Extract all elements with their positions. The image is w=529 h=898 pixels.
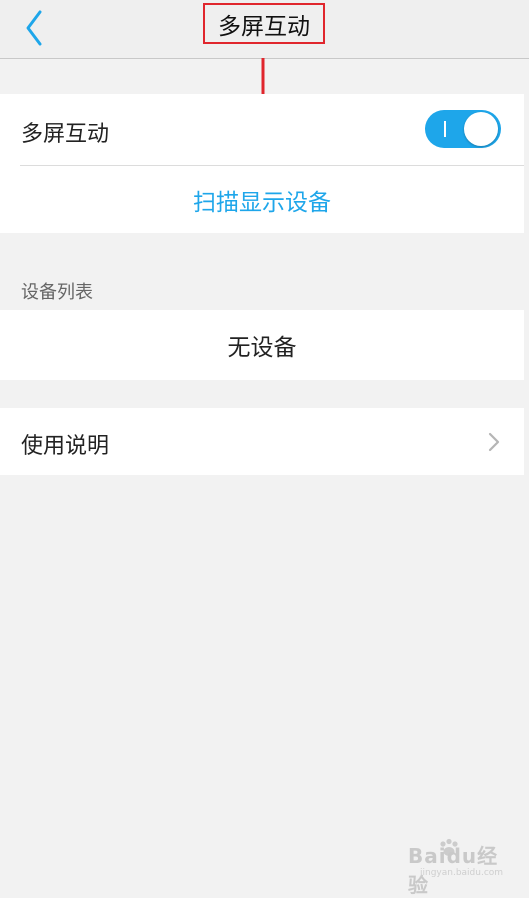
- back-button[interactable]: [18, 8, 54, 48]
- toggle-on-mark: [444, 121, 446, 137]
- device-list-header: 设备列表: [21, 282, 93, 303]
- chevron-left-icon: [26, 10, 42, 46]
- toggle-knob: [464, 112, 498, 146]
- help-label: 使用说明: [21, 434, 110, 459]
- nav-bar: 多屏互动: [0, 0, 529, 59]
- watermark-url: jingyan.baidu.com: [420, 868, 504, 878]
- page-title: 多屏互动: [218, 13, 310, 40]
- device-list-card: 无设备: [0, 310, 524, 380]
- screen-share-card: 多屏互动 扫描显示设备: [0, 94, 524, 233]
- screen-share-toggle[interactable]: [425, 110, 501, 148]
- baidu-watermark: Baidu经验 jingyan.baidu.com: [380, 838, 510, 897]
- screen-share-label: 多屏互动: [21, 122, 110, 147]
- scan-devices-button[interactable]: 扫描显示设备: [0, 166, 524, 233]
- chevron-right-icon: [488, 432, 500, 452]
- empty-device-text: 无设备: [227, 335, 297, 361]
- title-highlight-box: 多屏互动: [203, 3, 325, 44]
- help-row[interactable]: 使用说明: [0, 408, 524, 475]
